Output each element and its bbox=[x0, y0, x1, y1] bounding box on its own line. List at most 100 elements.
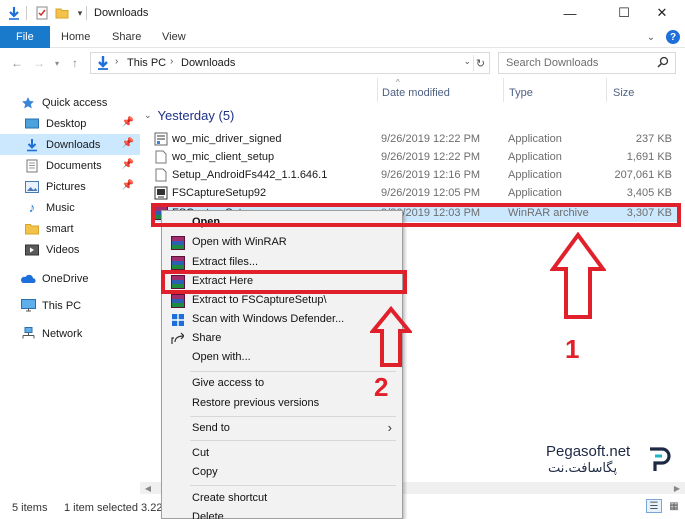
column-header-date[interactable]: Date modified bbox=[382, 82, 450, 104]
menu-item-restore-versions[interactable]: Restore previous versions bbox=[162, 394, 402, 413]
file-name: wo_mic_driver_signed bbox=[172, 133, 282, 145]
menu-item-label: Create shortcut bbox=[192, 492, 268, 504]
scroll-right-icon[interactable]: ▶ bbox=[671, 482, 683, 494]
menu-item-open-with-winrar[interactable]: Open with WinRAR bbox=[162, 233, 402, 252]
pin-icon[interactable]: 📌 bbox=[122, 180, 134, 191]
table-row[interactable]: wo_mic_driver_signed 9/26/2019 12:22 PM … bbox=[152, 130, 678, 148]
search-input[interactable]: Search Downloads bbox=[498, 52, 676, 74]
ribbon-tabs: File Home Share View ⌄ ? bbox=[0, 26, 685, 48]
breadcrumb-this-pc[interactable]: This PC bbox=[127, 57, 166, 69]
menu-item-label: Copy bbox=[192, 466, 218, 478]
menu-item-create-shortcut[interactable]: Create shortcut bbox=[162, 489, 402, 508]
chevron-right-icon[interactable]: › bbox=[170, 56, 173, 67]
up-arrow-icon[interactable]: ↑ bbox=[66, 54, 84, 72]
table-row[interactable]: FSCaptureSetup92 9/26/2019 12:05 PM Appl… bbox=[152, 184, 678, 202]
sidebar-item-quick-access[interactable]: Quick access bbox=[0, 92, 140, 113]
tab-home[interactable]: Home bbox=[47, 26, 104, 48]
menu-item-label: Give access to bbox=[192, 377, 265, 389]
downloads-folder-icon bbox=[24, 137, 40, 153]
sidebar-item-pictures[interactable]: Pictures 📌 bbox=[0, 176, 140, 197]
tab-file[interactable]: File bbox=[0, 26, 50, 48]
downloads-location-icon bbox=[95, 55, 111, 74]
pin-icon[interactable]: 📌 bbox=[122, 117, 134, 128]
watermark-text-fa: پگاسافت.نت bbox=[548, 461, 618, 476]
tab-share[interactable]: Share bbox=[98, 26, 155, 48]
pin-icon[interactable]: 📌 bbox=[122, 138, 134, 149]
pin-icon[interactable]: 📌 bbox=[122, 159, 134, 170]
help-icon[interactable]: ? bbox=[666, 30, 680, 44]
menu-item-label: Extract to FSCaptureSetup\ bbox=[192, 294, 327, 306]
sidebar-item-documents[interactable]: Documents 📌 bbox=[0, 155, 140, 176]
watermark: Pegasoft.net پگاسافت.نت bbox=[546, 443, 678, 479]
sidebar-item-label: Quick access bbox=[42, 96, 108, 109]
file-size: 3,405 KB bbox=[626, 187, 672, 199]
menu-item-give-access[interactable]: Give access to bbox=[162, 374, 402, 393]
scroll-left-icon[interactable]: ◀ bbox=[142, 482, 154, 494]
chevron-right-icon[interactable]: › bbox=[115, 56, 118, 67]
sidebar-item-label: Downloads bbox=[46, 138, 101, 151]
sidebar-item-videos[interactable]: Videos bbox=[0, 239, 140, 260]
onedrive-icon bbox=[20, 271, 36, 287]
recent-locations-icon[interactable]: ▾ bbox=[48, 54, 66, 72]
menu-item-open-with[interactable]: Open with... bbox=[162, 348, 402, 367]
address-dropdown-icon[interactable]: ⌄ bbox=[463, 56, 471, 67]
winrar-icon bbox=[170, 235, 185, 250]
large-icons-view-icon[interactable]: ▦ bbox=[666, 499, 682, 513]
sidebar-item-label: Documents bbox=[46, 159, 102, 172]
sidebar-item-music[interactable]: ♪ Music bbox=[0, 197, 140, 218]
step-number-1: 1 bbox=[565, 334, 580, 364]
table-row[interactable]: Setup_AndroidFs442_1.1.646.1 9/26/2019 1… bbox=[152, 166, 678, 184]
close-button[interactable]: ✕ bbox=[639, 0, 685, 26]
menu-item-cut[interactable]: Cut bbox=[162, 444, 402, 463]
expand-ribbon-icon[interactable]: ⌄ bbox=[644, 30, 658, 44]
sidebar-item-label: OneDrive bbox=[42, 272, 89, 285]
details-view-icon[interactable]: ☰ bbox=[646, 499, 662, 513]
tab-view[interactable]: View bbox=[148, 26, 200, 48]
application-icon bbox=[154, 185, 168, 201]
file-type: Application bbox=[508, 133, 562, 145]
share-icon bbox=[170, 331, 185, 346]
file-date: 9/26/2019 12:22 PM bbox=[381, 133, 481, 145]
chevron-down-icon[interactable]: ⌄ bbox=[144, 110, 152, 121]
arrow-up-step2-icon bbox=[370, 306, 412, 367]
refresh-icon[interactable]: ↻ bbox=[473, 55, 487, 71]
sidebar-item-downloads[interactable]: Downloads 📌 bbox=[0, 134, 140, 155]
menu-item-delete[interactable]: Delete bbox=[162, 508, 402, 519]
file-name: FSCaptureSetup92 bbox=[172, 187, 267, 199]
pictures-folder-icon bbox=[24, 179, 40, 195]
group-header-yesterday[interactable]: ⌄ Yesterday (5) bbox=[144, 108, 234, 123]
star-icon bbox=[20, 95, 36, 111]
down-arrow-icon[interactable] bbox=[6, 5, 22, 21]
search-icon[interactable] bbox=[657, 56, 669, 71]
menu-item-scan-defender[interactable]: Scan with Windows Defender... bbox=[162, 310, 402, 329]
menu-item-share[interactable]: Share bbox=[162, 329, 402, 348]
back-arrow-icon[interactable]: ← bbox=[8, 54, 26, 72]
new-folder-icon[interactable] bbox=[54, 5, 70, 21]
menu-item-send-to[interactable]: Send to › bbox=[162, 419, 402, 438]
sidebar-item-label: smart bbox=[46, 222, 74, 235]
sidebar-item-this-pc[interactable]: This PC bbox=[0, 295, 140, 316]
highlight-box-extract-here bbox=[161, 270, 407, 294]
sidebar-item-smart[interactable]: smart bbox=[0, 218, 140, 239]
application-icon bbox=[154, 131, 168, 147]
step-number-2: 2 bbox=[374, 372, 389, 402]
sidebar-item-onedrive[interactable]: OneDrive bbox=[0, 268, 140, 289]
column-header-size[interactable]: Size bbox=[613, 82, 634, 104]
menu-item-copy[interactable]: Copy bbox=[162, 463, 402, 482]
address-bar[interactable]: › This PC › Downloads ⌄ ↻ bbox=[90, 52, 490, 74]
defender-icon bbox=[170, 312, 185, 327]
forward-arrow-icon[interactable]: → bbox=[30, 54, 48, 72]
breadcrumb-downloads[interactable]: Downloads bbox=[181, 57, 235, 69]
group-label: Yesterday (5) bbox=[157, 108, 235, 123]
sidebar-item-desktop[interactable]: Desktop 📌 bbox=[0, 113, 140, 134]
minimize-button[interactable]: — bbox=[547, 0, 593, 26]
properties-icon[interactable] bbox=[34, 5, 50, 21]
column-header-type[interactable]: Type bbox=[509, 82, 533, 104]
file-name: Setup_AndroidFs442_1.1.646.1 bbox=[172, 169, 328, 181]
menu-separator bbox=[190, 371, 396, 372]
address-row: ← → ▾ ↑ › This PC › Downloads ⌄ ↻ Search… bbox=[0, 48, 685, 78]
sidebar-item-network[interactable]: Network bbox=[0, 323, 140, 344]
menu-item-label: Cut bbox=[192, 447, 210, 459]
sidebar-item-label: Music bbox=[46, 201, 75, 214]
table-row[interactable]: wo_mic_client_setup 9/26/2019 12:22 PM A… bbox=[152, 148, 678, 166]
